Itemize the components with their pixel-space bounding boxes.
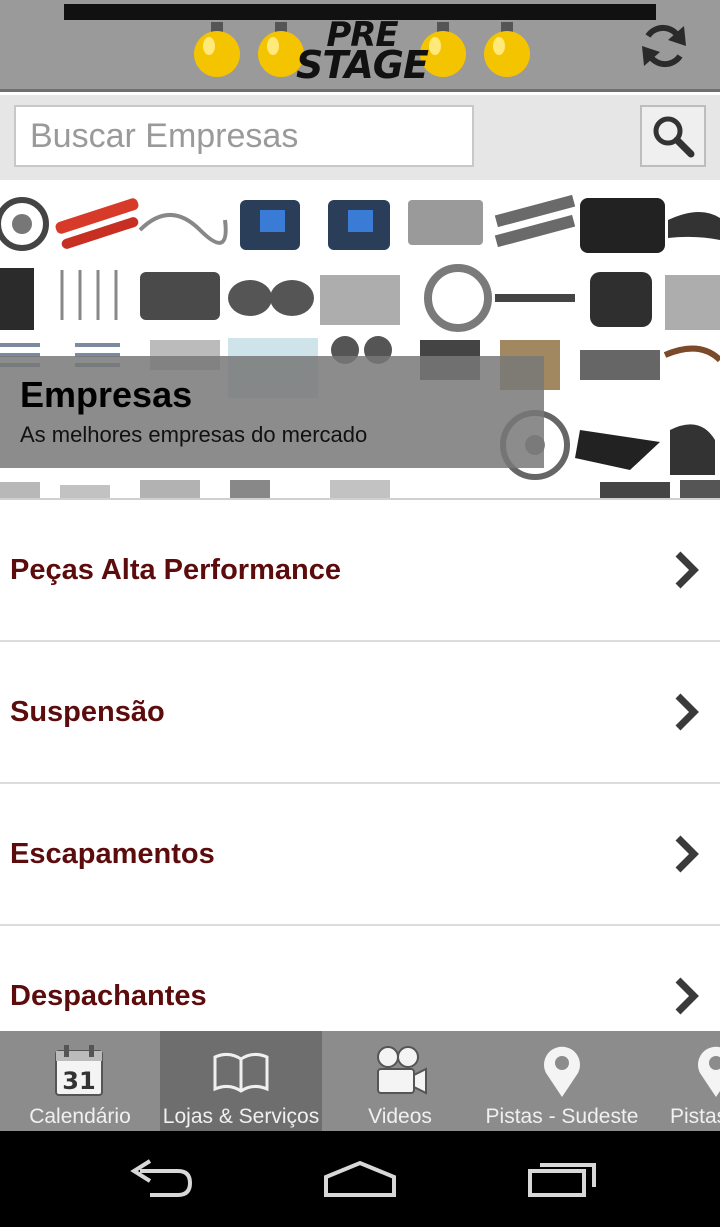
tab-label: Lojas & Serviços [162, 1105, 320, 1128]
list-item-label: Suspensão [10, 696, 165, 728]
logo-line-2: STAGE [296, 43, 429, 87]
chevron-right-icon [675, 551, 699, 589]
banner-title: Empresas [20, 374, 193, 415]
category-list: Peças Alta Performance Suspensão Escapam… [0, 500, 720, 1031]
recent-apps-icon [528, 1163, 596, 1197]
map-pin-icon [698, 1046, 720, 1097]
recent-apps-button[interactable] [522, 1157, 602, 1201]
book-icon [213, 1052, 269, 1093]
system-navigation-bar [0, 1131, 720, 1227]
list-item-suspensao[interactable]: Suspensão [0, 642, 720, 784]
calendar-icon: 31 [55, 1045, 103, 1096]
bottom-tab-bar: 31 Calendário Lojas & Serviços Videos Pi… [0, 1031, 720, 1131]
chevron-right-icon [675, 835, 699, 873]
calendar-icon-day: 31 [62, 1067, 95, 1095]
list-item-label: Escapamentos [10, 838, 215, 870]
map-pin-icon [544, 1046, 580, 1097]
list-item-label: Despachantes [10, 980, 207, 1012]
tab-pistas[interactable]: Pistas [646, 1031, 720, 1131]
banner-subtitle: As melhores empresas do mercado [20, 422, 368, 447]
list-item-escapamentos[interactable]: Escapamentos [0, 784, 720, 926]
back-icon [130, 1159, 193, 1197]
logo-wordmark: PRE STAGE [282, 18, 442, 87]
banner-caption: Empresas As melhores empresas do mercado [0, 356, 544, 468]
tab-label: Pistas [670, 1105, 720, 1128]
tab-label: Videos [368, 1105, 432, 1128]
home-button[interactable] [320, 1157, 400, 1201]
light-bulb-icon [484, 22, 530, 77]
refresh-icon [642, 24, 686, 68]
prestage-logo: PRE STAGE [190, 16, 540, 86]
tab-label: Calendário [29, 1105, 131, 1128]
companies-banner: Empresas As melhores empresas do mercado [0, 180, 720, 500]
search-icon [653, 116, 695, 158]
video-camera-icon [377, 1046, 427, 1095]
search-button[interactable] [640, 105, 706, 167]
tab-calendario[interactable]: 31 Calendário [0, 1031, 160, 1131]
search-bar [0, 95, 720, 180]
tab-videos[interactable]: Videos [322, 1031, 478, 1131]
search-input[interactable] [14, 105, 474, 167]
refresh-button[interactable] [636, 18, 692, 74]
chevron-right-icon [675, 977, 699, 1015]
chevron-right-icon [675, 693, 699, 731]
tab-lojas-servicos[interactable]: Lojas & Serviços [160, 1031, 322, 1131]
tab-label: Pistas - Sudeste [485, 1105, 639, 1128]
list-item-pecas-alta-performance[interactable]: Peças Alta Performance [0, 500, 720, 642]
tab-pistas-sudeste[interactable]: Pistas - Sudeste [478, 1031, 646, 1131]
home-icon [324, 1160, 396, 1197]
list-item-despachantes[interactable]: Despachantes [0, 926, 720, 1031]
light-bulb-icon [194, 22, 240, 77]
list-item-label: Peças Alta Performance [10, 554, 341, 586]
app-header: PRE STAGE [0, 0, 720, 92]
back-button[interactable] [120, 1157, 200, 1201]
